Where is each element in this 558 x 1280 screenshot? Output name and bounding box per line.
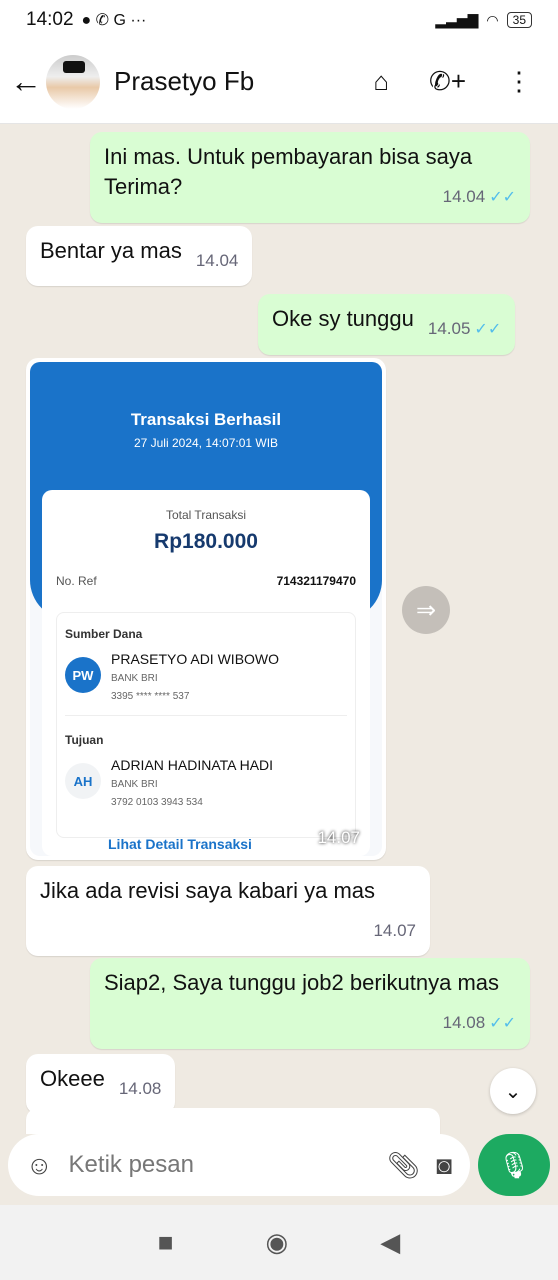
back-arrow-icon[interactable]: ← xyxy=(10,63,44,100)
notification-icons: ● ✆ G ··· xyxy=(81,12,147,29)
message-time: 14.07 xyxy=(317,828,360,847)
message-bubble[interactable]: Okeee 14.08 xyxy=(26,1054,176,1114)
message-time: 14.08 xyxy=(442,1013,486,1032)
message-bubble[interactable]: Ini mas. Untuk pembayaran bisa saya Teri… xyxy=(90,132,530,223)
message-text: Ini mas. Untuk pembayaran bisa saya Teri… xyxy=(104,144,473,199)
message-input[interactable]: ☺ Ketik pesan 📎︎ ◙ xyxy=(8,1134,470,1196)
destination-bank: BANK BRI xyxy=(111,779,158,790)
store-icon[interactable]: ⌂ xyxy=(373,66,389,97)
message-bubble[interactable]: Siap2, Saya tunggu job2 berikutnya mas 14… xyxy=(90,958,530,1049)
status-bar: 14:02 ● ✆ G ··· ▂▃▅▇ ◠ 35 xyxy=(0,0,558,40)
chat-area: Ini mas. Untuk pembayaran bisa saya Teri… xyxy=(0,124,558,1134)
read-ticks-icon: ✓✓ xyxy=(489,189,516,206)
home-icon[interactable]: ◉ xyxy=(266,1227,289,1258)
source-account: 3395 **** **** 537 xyxy=(111,691,190,702)
destination-name: ADRIAN HADINATA HADI xyxy=(111,757,274,773)
detail-link: Lihat Detail Transaksi xyxy=(108,836,252,852)
message-bubble-partial[interactable] xyxy=(26,1108,440,1134)
recents-icon[interactable]: ■ xyxy=(158,1227,174,1258)
more-options-icon[interactable]: ⋮ xyxy=(506,66,532,97)
source-avatar: PW xyxy=(65,657,101,693)
message-text: Oke sy tunggu xyxy=(272,306,414,331)
message-time: 14.05 xyxy=(427,319,471,338)
message-text: Okeee xyxy=(40,1066,105,1091)
chat-header: ← Prasetyo Fb ⌂ ✆+ ⋮ xyxy=(0,40,558,124)
transfer-parties: Sumber Dana PW PRASETYO ADI WIBOWO BANK … xyxy=(56,612,356,838)
ref-number: 714321179470 xyxy=(276,574,356,588)
destination-label: Tujuan xyxy=(65,733,104,747)
add-call-icon[interactable]: ✆+ xyxy=(429,66,466,97)
system-nav-bar: ■ ◉ ◀ xyxy=(0,1205,558,1280)
mic-button[interactable]: 🎙︎ xyxy=(478,1134,550,1196)
message-time: 14.04 xyxy=(442,187,486,206)
camera-icon[interactable]: ◙ xyxy=(436,1150,452,1181)
source-name: PRASETYO ADI WIBOWO xyxy=(111,651,280,667)
signal-icon: ▂▃▅▇ xyxy=(435,11,479,28)
receipt-image-message[interactable]: Transaksi Berhasil 27 Juli 2024, 14:07:0… xyxy=(26,358,386,860)
message-time: 14.08 xyxy=(118,1079,162,1098)
message-placeholder[interactable]: Ketik pesan xyxy=(69,1151,372,1179)
message-text: Jika ada revisi saya kabari ya mas xyxy=(40,878,376,903)
ref-label: No. Ref xyxy=(56,574,97,588)
read-ticks-icon: ✓✓ xyxy=(489,1015,516,1032)
total-amount: Rp180.000 xyxy=(154,530,258,553)
message-time: 14.04 xyxy=(195,251,239,270)
mic-icon: 🎙︎ xyxy=(497,1149,531,1180)
message-bubble[interactable]: Bentar ya mas 14.04 xyxy=(26,226,253,286)
scroll-to-bottom-icon[interactable]: ⌄ xyxy=(490,1068,536,1114)
battery-icon: 35 xyxy=(506,12,532,28)
total-label: Total Transaksi xyxy=(165,508,247,522)
source-bank: BANK BRI xyxy=(111,673,158,684)
read-ticks-icon: ✓✓ xyxy=(474,321,502,338)
destination-account: 3792 0103 3943 534 xyxy=(111,797,203,808)
contact-name[interactable]: Prasetyo Fb xyxy=(114,66,254,97)
avatar[interactable] xyxy=(46,54,100,109)
message-bubble[interactable]: Oke sy tunggu 14.05 ✓✓ xyxy=(258,294,516,355)
wifi-icon: ◠ xyxy=(486,11,499,28)
source-label: Sumber Dana xyxy=(65,627,143,641)
message-bubble[interactable]: Jika ada revisi saya kabari ya mas 14.07 xyxy=(26,866,430,956)
attach-icon[interactable]: 📎︎ xyxy=(387,1150,420,1181)
forward-icon[interactable]: ⇒ xyxy=(402,586,450,634)
emoji-icon[interactable]: ☺ xyxy=(26,1150,53,1181)
message-text: Bentar ya mas xyxy=(40,238,182,263)
receipt-title: Transaksi Berhasil xyxy=(130,410,282,429)
status-time: 14:02 xyxy=(26,9,74,30)
receipt-datetime: 27 Juli 2024, 14:07:01 WIB xyxy=(133,436,279,450)
destination-avatar: AH xyxy=(65,763,101,799)
message-text: Siap2, Saya tunggu job2 berikutnya mas xyxy=(104,970,500,995)
message-time: 14.07 xyxy=(373,921,416,940)
back-icon[interactable]: ◀ xyxy=(380,1227,400,1258)
